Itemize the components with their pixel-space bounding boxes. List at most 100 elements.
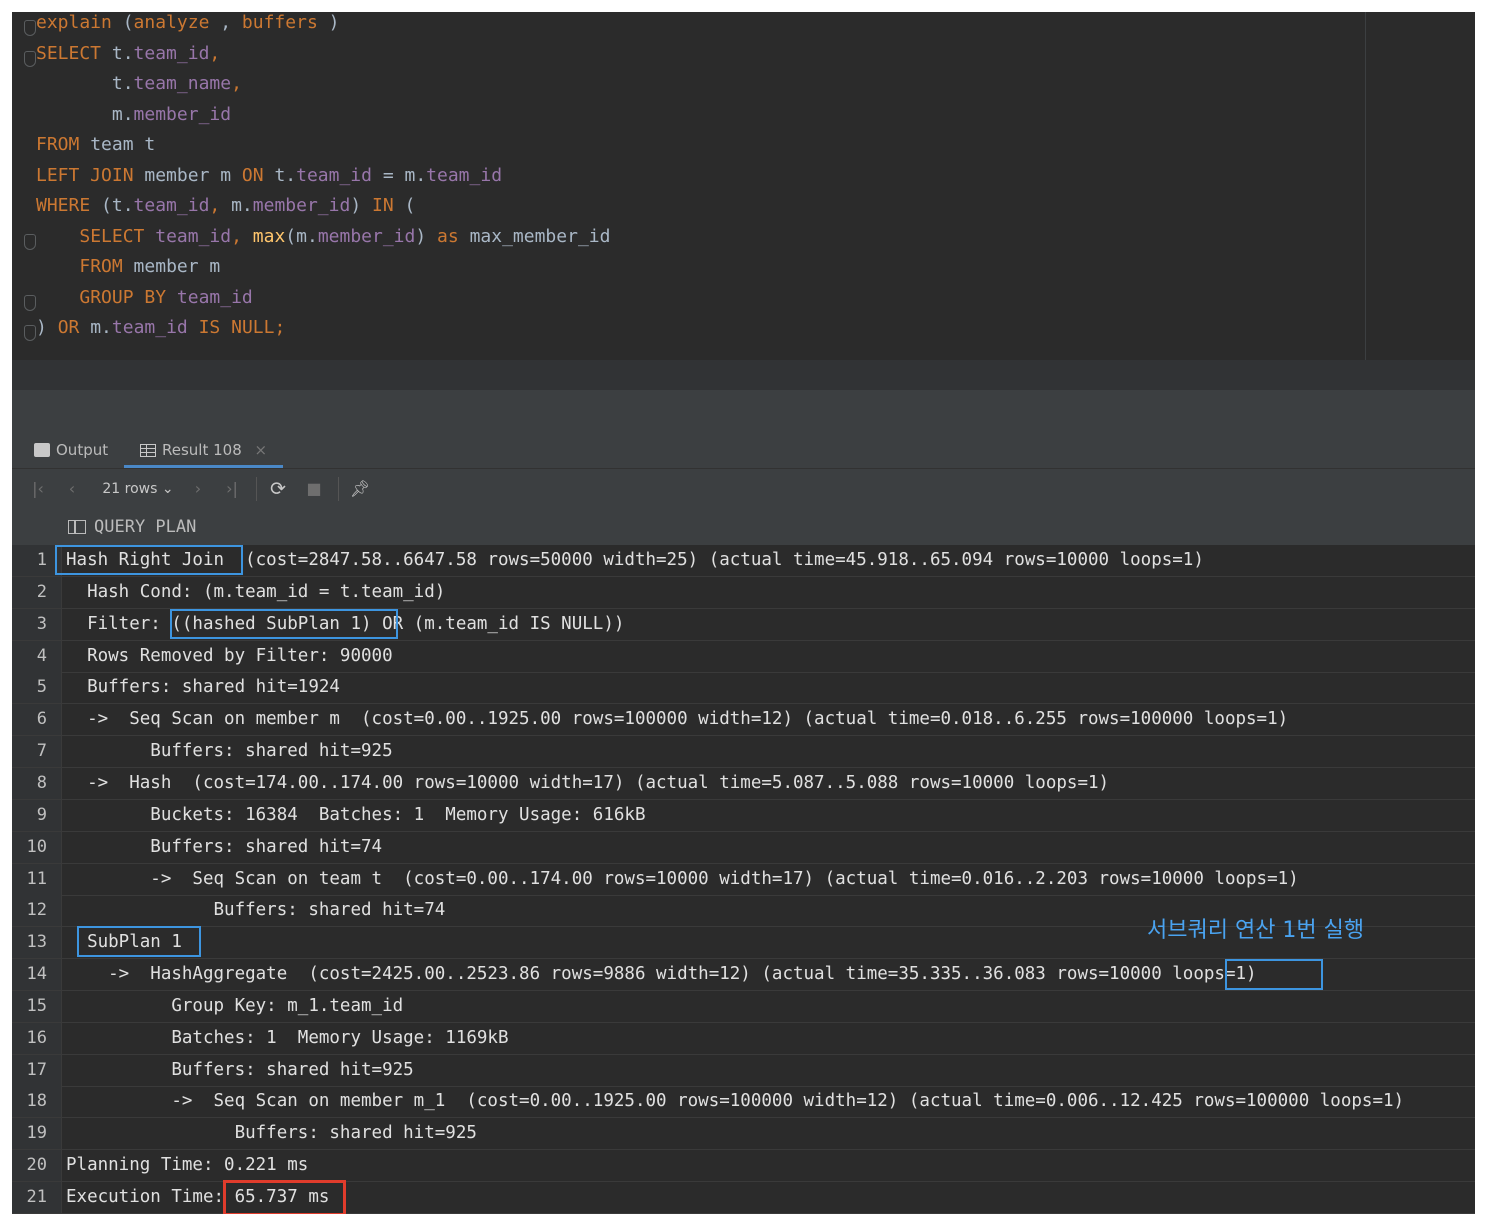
- code-line[interactable]: m.member_id: [36, 100, 231, 130]
- column-header[interactable]: QUERY PLAN: [12, 509, 1475, 546]
- plan-cell[interactable]: Buffers: shared hit=1924: [66, 672, 340, 703]
- table-row[interactable]: 9 Buckets: 16384 Batches: 1 Memory Usage…: [12, 799, 1475, 832]
- table-row[interactable]: 14 -> HashAggregate (cost=2425.00..2523.…: [12, 959, 1475, 992]
- plan-cell[interactable]: Buffers: shared hit=925: [66, 736, 392, 767]
- row-number[interactable]: 18: [12, 1086, 62, 1118]
- rows-count-dropdown[interactable]: 21 rows ⌄: [98, 477, 178, 501]
- row-number[interactable]: 11: [12, 863, 62, 895]
- row-number[interactable]: 16: [12, 1022, 62, 1054]
- table-row[interactable]: 1 Hash Right Join (cost=2847.58..6647.58 …: [12, 545, 1475, 577]
- fold-marker-icon[interactable]: [24, 295, 36, 311]
- table-row[interactable]: 15 Group Key: m_1.team_id: [12, 990, 1475, 1023]
- row-number[interactable]: 7: [12, 736, 62, 768]
- plan-cell[interactable]: Buffers: shared hit=74: [66, 895, 446, 926]
- plan-cell[interactable]: -> HashAggregate (cost=2425.00..2523.86 …: [66, 959, 1256, 990]
- plan-cell[interactable]: -> Seq Scan on team t (cost=0.00..174.00…: [66, 864, 1298, 895]
- row-number[interactable]: 8: [12, 767, 62, 799]
- code-line[interactable]: FROM team t: [36, 130, 155, 160]
- stop-icon[interactable]: ■: [302, 477, 326, 501]
- row-number[interactable]: 20: [12, 1150, 62, 1182]
- row-number[interactable]: 12: [12, 895, 62, 927]
- next-page-icon[interactable]: ›: [188, 477, 208, 501]
- plan-cell[interactable]: Buffers: shared hit=925: [66, 1055, 413, 1086]
- plan-cell[interactable]: Planning Time: 0.221 ms: [66, 1150, 308, 1181]
- row-number[interactable]: 9: [12, 799, 62, 831]
- fold-marker-icon[interactable]: [24, 51, 36, 67]
- code-token: IN: [372, 195, 394, 216]
- code-line[interactable]: SELECT t.team_id,: [36, 39, 220, 69]
- code-token: ,: [209, 42, 221, 64]
- plan-cell[interactable]: -> Seq Scan on member m_1 (cost=0.00..19…: [66, 1086, 1404, 1117]
- table-row[interactable]: 21 Execution Time: 65.737 ms: [12, 1182, 1475, 1214]
- fold-marker-icon[interactable]: [24, 234, 36, 250]
- row-number[interactable]: 21: [12, 1182, 62, 1213]
- code-token: team_id: [133, 195, 210, 216]
- code-line[interactable]: FROM member m: [36, 252, 220, 282]
- table-row[interactable]: 6 -> Seq Scan on member m (cost=0.00..19…: [12, 704, 1475, 737]
- table-row[interactable]: 17 Buffers: shared hit=925: [12, 1054, 1475, 1087]
- fold-marker-icon[interactable]: [24, 325, 36, 341]
- row-number[interactable]: 15: [12, 990, 62, 1022]
- code-token: ): [415, 225, 438, 247]
- tab-output[interactable]: Output: [34, 432, 108, 468]
- table-row[interactable]: 18 -> Seq Scan on member m_1 (cost=0.00.…: [12, 1086, 1475, 1119]
- plan-cell[interactable]: Buffers: shared hit=74: [66, 832, 382, 863]
- refresh-icon[interactable]: ⟳: [266, 477, 290, 501]
- plan-cell[interactable]: Buckets: 16384 Batches: 1 Memory Usage: …: [66, 800, 645, 831]
- table-row[interactable]: 11 -> Seq Scan on team t (cost=0.00..174…: [12, 863, 1475, 896]
- plan-cell[interactable]: Batches: 1 Memory Usage: 1169kB: [66, 1023, 508, 1054]
- plan-cell[interactable]: Execution Time: 65.737 ms: [66, 1182, 329, 1213]
- first-page-icon[interactable]: |‹: [28, 477, 48, 501]
- code-token: m.: [220, 195, 253, 216]
- table-row[interactable]: 3 Filter: ((hashed SubPlan 1) OR (m.team…: [12, 608, 1475, 641]
- code-line[interactable]: GROUP BY team_id: [36, 283, 252, 313]
- row-number[interactable]: 4: [12, 640, 62, 672]
- code-line[interactable]: explain (analyze , buffers ): [36, 12, 339, 38]
- table-row[interactable]: 8 -> Hash (cost=174.00..174.00 rows=1000…: [12, 767, 1475, 800]
- table-row[interactable]: 7 Buffers: shared hit=925: [12, 736, 1475, 769]
- code-line[interactable]: ) OR m.team_id IS NULL;: [36, 313, 285, 343]
- row-number[interactable]: 6: [12, 704, 62, 736]
- row-number[interactable]: 19: [12, 1118, 62, 1150]
- table-row[interactable]: 4 Rows Removed by Filter: 90000: [12, 640, 1475, 673]
- row-number[interactable]: 5: [12, 672, 62, 704]
- plan-cell[interactable]: Hash Right Join (cost=2847.58..6647.58 r…: [66, 545, 1204, 576]
- table-row[interactable]: 19 Buffers: shared hit=925: [12, 1118, 1475, 1151]
- plan-cell[interactable]: Filter: ((hashed SubPlan 1) OR (m.team_i…: [66, 609, 624, 640]
- plan-cell[interactable]: SubPlan 1: [66, 927, 182, 958]
- table-row[interactable]: 20 Planning Time: 0.221 ms: [12, 1150, 1475, 1183]
- row-number[interactable]: 10: [12, 831, 62, 863]
- tab-result[interactable]: Result 108 ×: [124, 432, 284, 468]
- table-row[interactable]: 10 Buffers: shared hit=74: [12, 831, 1475, 864]
- plan-cell[interactable]: -> Hash (cost=174.00..174.00 rows=10000 …: [66, 768, 1109, 799]
- plan-cell[interactable]: Hash Cond: (m.team_id = t.team_id): [66, 577, 445, 608]
- row-number[interactable]: 3: [12, 608, 62, 640]
- panel-divider[interactable]: [12, 390, 1475, 432]
- plan-cell[interactable]: Group Key: m_1.team_id: [66, 991, 403, 1022]
- table-row[interactable]: 2 Hash Cond: (m.team_id = t.team_id): [12, 576, 1475, 609]
- row-number[interactable]: 2: [12, 576, 62, 608]
- row-number[interactable]: 13: [12, 927, 62, 959]
- row-number[interactable]: 17: [12, 1054, 62, 1086]
- row-number[interactable]: 1: [12, 545, 62, 576]
- code-line[interactable]: t.team_name,: [36, 69, 242, 99]
- table-row[interactable]: 5 Buffers: shared hit=1924: [12, 672, 1475, 705]
- pin-icon[interactable]: 📌︎: [348, 477, 372, 501]
- fold-marker-icon[interactable]: [24, 20, 36, 36]
- row-number[interactable]: 14: [12, 959, 62, 991]
- plan-cell[interactable]: Buffers: shared hit=925: [66, 1118, 477, 1149]
- sql-editor[interactable]: explain (analyze , buffers ) SELECT t.tea…: [12, 12, 1475, 360]
- plan-cell[interactable]: Rows Removed by Filter: 90000: [66, 641, 393, 672]
- plan-cell[interactable]: -> Seq Scan on member m (cost=0.00..1925…: [66, 704, 1288, 735]
- table-row[interactable]: 16 Batches: 1 Memory Usage: 1169kB: [12, 1022, 1475, 1055]
- code-line[interactable]: WHERE (t.team_id, m.member_id) IN (: [36, 191, 415, 221]
- last-page-icon[interactable]: ›|: [220, 477, 244, 501]
- prev-page-icon[interactable]: ‹: [62, 477, 82, 501]
- code-token: (: [393, 195, 416, 216]
- code-token: SELECT: [36, 42, 102, 64]
- code-token: ,: [209, 12, 242, 33]
- code-line[interactable]: SELECT team_id, max(m.member_id) as max_…: [36, 222, 610, 252]
- close-icon[interactable]: ×: [255, 441, 268, 459]
- code-line[interactable]: LEFT JOIN member m ON t.team_id = m.team…: [36, 161, 502, 191]
- editor-footer: [12, 360, 1475, 390]
